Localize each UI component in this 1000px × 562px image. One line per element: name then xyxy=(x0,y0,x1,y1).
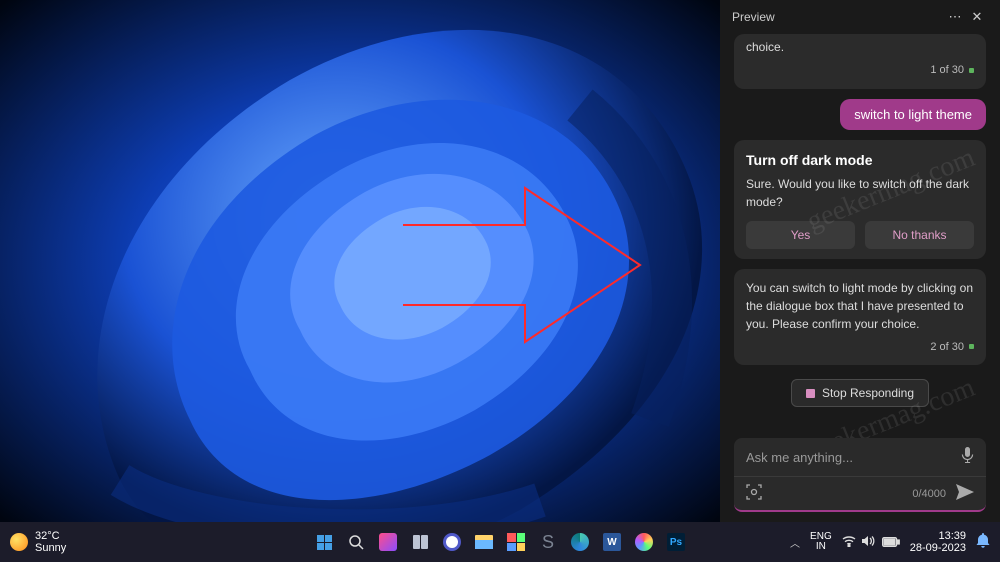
no-thanks-button[interactable]: No thanks xyxy=(865,221,974,249)
stop-label: Stop Responding xyxy=(822,386,914,400)
ai-message: choice. 1 of 30 xyxy=(734,34,986,89)
ai-text: choice. xyxy=(746,38,974,56)
edge-icon[interactable] xyxy=(567,529,593,555)
weather-icon xyxy=(10,533,28,551)
chat-body: choice. 1 of 30 switch to light theme Tu… xyxy=(720,34,1000,438)
ai-message: You can switch to light mode by clicking… xyxy=(734,269,986,366)
search-icon[interactable] xyxy=(343,529,369,555)
taskbar-center: S W Ps xyxy=(311,529,689,555)
copilot-panel: Preview ⋯ ✕ choice. 1 of 30 switch to li… xyxy=(720,0,1000,522)
file-explorer-icon[interactable] xyxy=(471,529,497,555)
send-icon[interactable] xyxy=(956,484,974,503)
more-icon[interactable]: ⋯ xyxy=(944,6,966,28)
input-footer: 0/4000 xyxy=(734,477,986,512)
wallpaper xyxy=(0,0,720,522)
chat-icon[interactable] xyxy=(439,529,465,555)
volume-icon[interactable] xyxy=(862,535,876,550)
sublime-icon[interactable]: S xyxy=(535,529,561,555)
battery-icon[interactable] xyxy=(882,535,900,550)
response-counter: 2 of 30 xyxy=(746,339,974,356)
start-button[interactable] xyxy=(311,529,337,555)
char-count: 0/4000 xyxy=(912,488,946,500)
notifications-icon[interactable] xyxy=(976,533,990,552)
microsoft-store-icon[interactable] xyxy=(503,529,529,555)
paint-icon[interactable] xyxy=(631,529,657,555)
stop-responding-button[interactable]: Stop Responding xyxy=(791,379,929,407)
panel-header: Preview ⋯ ✕ xyxy=(720,0,1000,34)
task-view-icon[interactable] xyxy=(407,529,433,555)
files-app-icon[interactable] xyxy=(375,529,401,555)
word-icon[interactable]: W xyxy=(599,529,625,555)
microphone-icon[interactable] xyxy=(961,447,974,467)
image-search-icon[interactable] xyxy=(746,484,762,503)
condition: Sunny xyxy=(35,542,66,554)
tray-overflow-icon[interactable]: ︿ xyxy=(790,535,800,550)
system-tray: ︿ ENG IN 13:39 28-09-2023 xyxy=(790,530,1000,554)
taskbar: 32°C Sunny S W Ps ︿ ENG IN 13:39 xyxy=(0,522,1000,562)
panel-title: Preview xyxy=(732,10,775,24)
chat-input[interactable] xyxy=(746,450,961,465)
wifi-icon[interactable] xyxy=(842,535,856,550)
yes-button[interactable]: Yes xyxy=(746,221,855,249)
date: 28-09-2023 xyxy=(910,542,966,554)
action-body: Sure. Would you like to switch off the d… xyxy=(746,175,974,211)
language-indicator[interactable]: ENG IN xyxy=(810,532,832,552)
response-counter: 1 of 30 xyxy=(746,62,974,79)
input-area: 0/4000 xyxy=(720,438,1000,522)
ai-message-action: Turn off dark mode Sure. Would you like … xyxy=(734,140,986,259)
photoshop-icon[interactable]: Ps xyxy=(663,529,689,555)
time: 13:39 xyxy=(910,530,966,542)
ai-text: You can switch to light mode by clicking… xyxy=(746,279,974,333)
temperature: 32°C xyxy=(35,530,66,542)
stop-icon xyxy=(806,389,815,398)
action-title: Turn off dark mode xyxy=(746,150,974,171)
chat-input-row xyxy=(734,438,986,477)
close-icon[interactable]: ✕ xyxy=(966,6,988,28)
weather-widget[interactable]: 32°C Sunny xyxy=(0,530,66,554)
user-message: switch to light theme xyxy=(840,99,986,130)
clock[interactable]: 13:39 28-09-2023 xyxy=(910,530,966,554)
